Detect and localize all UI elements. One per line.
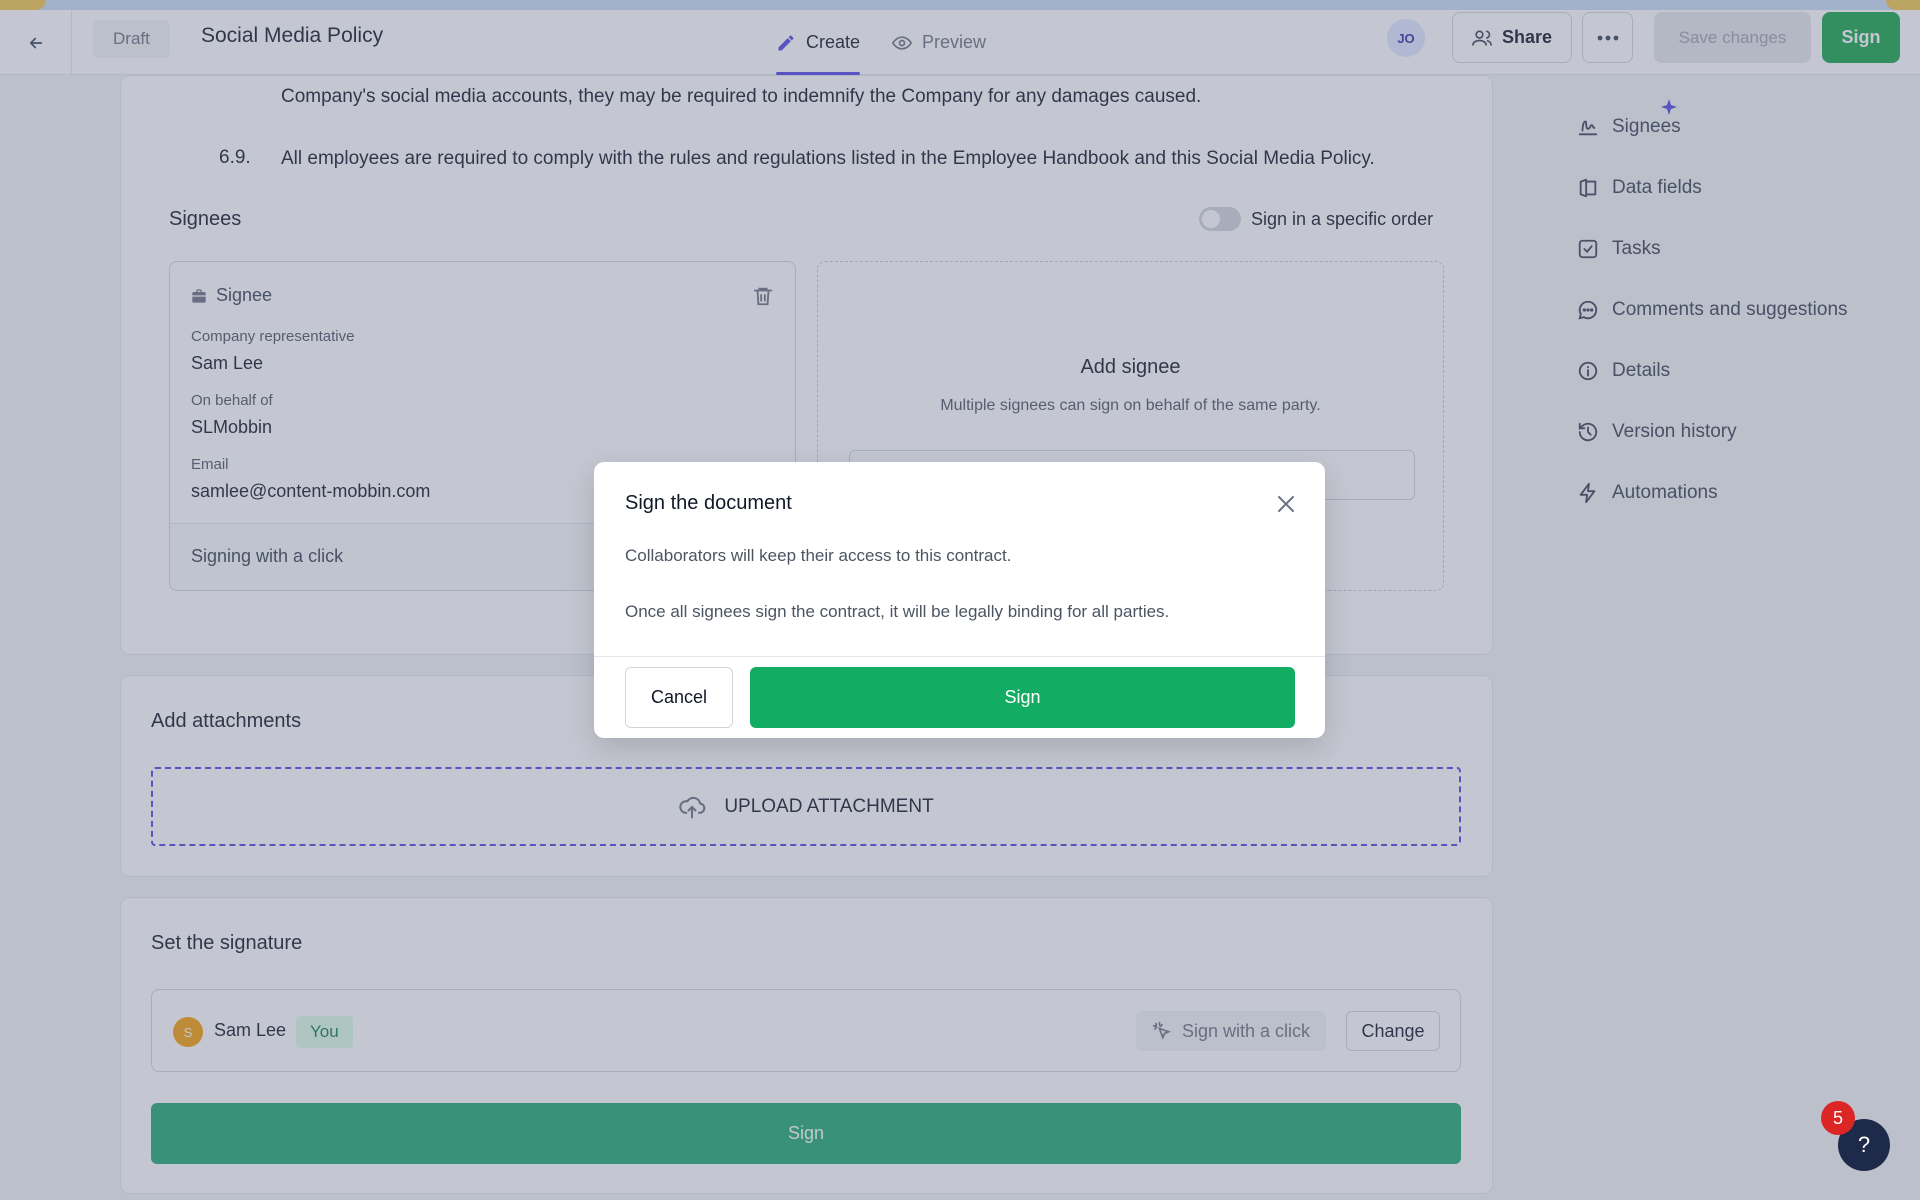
- notification-badge: 5: [1821, 1101, 1855, 1135]
- dialog-text: Once all signees sign the contract, it w…: [625, 602, 1170, 621]
- dialog-divider: [594, 656, 1325, 657]
- dialog-text: Collaborators will keep their access to …: [625, 546, 1012, 565]
- dialog-title: Sign the document: [625, 492, 792, 514]
- cancel-button[interactable]: Cancel: [625, 667, 733, 728]
- close-icon[interactable]: [1274, 492, 1298, 516]
- sign-document-dialog: Sign the document Collaborators will kee…: [594, 462, 1325, 738]
- confirm-sign-button[interactable]: Sign: [750, 667, 1295, 728]
